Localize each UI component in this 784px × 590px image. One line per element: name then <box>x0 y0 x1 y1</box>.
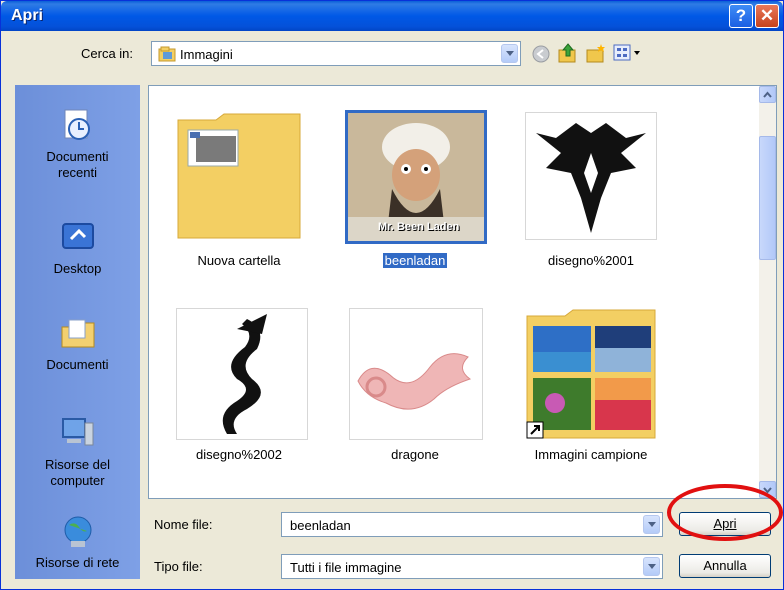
desktop-icon <box>61 223 94 249</box>
places-bar: Documenti recenti Desktop Documenti Riso… <box>15 85 140 579</box>
file-name: dragone <box>391 447 439 462</box>
image-thumbnail <box>525 112 657 240</box>
place-documents[interactable]: Documenti <box>15 315 140 373</box>
tribal-tattoo-image <box>536 123 646 233</box>
recent-documents-icon <box>64 109 90 140</box>
cancel-button[interactable]: Annulla <box>679 554 771 578</box>
place-label: Documenti <box>46 357 109 372</box>
window-title: Apri <box>11 7 43 24</box>
image-thumbnail <box>176 308 308 440</box>
view-menu-icon[interactable] <box>613 43 643 63</box>
file-name: Nuova cartella <box>197 253 281 268</box>
new-folder-icon[interactable] <box>585 42 607 64</box>
close-button[interactable]: ✕ <box>755 4 779 28</box>
place-label: Desktop <box>53 261 102 276</box>
scroll-up-button[interactable] <box>759 86 776 103</box>
chevron-down-icon[interactable] <box>643 557 660 576</box>
file-name: disegno%2001 <box>547 253 635 268</box>
place-label: Risorse di rete <box>35 555 120 570</box>
image-thumbnail <box>349 308 483 440</box>
folder-thumbnail <box>525 308 657 440</box>
folder-icon <box>177 113 301 239</box>
filetype-label: Tipo file: <box>154 559 203 574</box>
help-button[interactable]: ? <box>729 4 753 28</box>
look-in-label: Cerca in: <box>81 46 134 61</box>
filename-label: Nome file: <box>154 517 213 532</box>
place-label: recenti <box>57 165 98 180</box>
thumbnail-caption: Mr. Been Laden <box>378 221 460 233</box>
open-dialog: Apri ? ✕ Cerca in: Immagini Documenti re… <box>0 0 784 590</box>
up-folder-icon[interactable] <box>557 42 579 64</box>
network-icon <box>64 516 91 547</box>
highlight-circle <box>667 484 783 541</box>
file-list[interactable]: Nuova cartella Mr. Been Laden beenladan <box>148 85 777 499</box>
dragon-tattoo-image <box>222 314 267 434</box>
filename-value: beenladan <box>290 518 351 533</box>
scroll-thumb[interactable] <box>759 136 776 260</box>
file-name: Immagini campione <box>534 447 648 462</box>
chevron-down-icon[interactable] <box>501 44 518 63</box>
file-name: disegno%2002 <box>195 447 283 462</box>
folder-thumbnail <box>176 112 304 240</box>
documents-icon <box>61 319 94 348</box>
place-network[interactable]: Risorse di rete <box>15 513 140 571</box>
filename-input[interactable]: beenladan <box>281 512 663 537</box>
place-label: Documenti <box>46 149 109 164</box>
place-recent-documents[interactable]: Documenti recenti <box>15 107 140 181</box>
my-computer-icon <box>61 418 93 446</box>
back-icon[interactable] <box>531 44 551 64</box>
place-desktop[interactable]: Desktop <box>15 219 140 277</box>
look-in-value: Immagini <box>180 47 233 62</box>
folder-shortcut-icon <box>526 309 656 439</box>
pictures-folder-icon <box>158 46 176 62</box>
chevron-down-icon[interactable] <box>643 515 660 534</box>
place-my-computer[interactable]: Risorse del computer <box>15 415 140 489</box>
file-name: beenladan <box>382 253 448 268</box>
place-label: computer <box>50 473 105 488</box>
pink-dragon-image <box>357 353 472 410</box>
filetype-value: Tutti i file immagine <box>290 560 402 575</box>
image-thumbnail: Mr. Been Laden <box>345 110 487 244</box>
vertical-scrollbar[interactable] <box>759 86 776 498</box>
title-bar[interactable]: Apri ? ✕ <box>1 1 783 31</box>
place-label: Risorse del <box>44 457 111 472</box>
filetype-select[interactable]: Tutti i file immagine <box>281 554 663 579</box>
look-in-dropdown[interactable]: Immagini <box>151 41 521 66</box>
